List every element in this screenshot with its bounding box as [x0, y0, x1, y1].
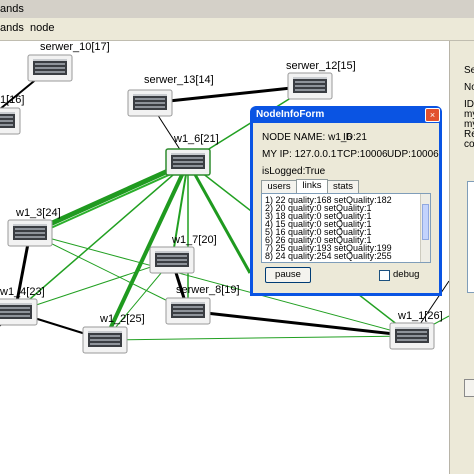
node-label: w1_6[21] [173, 133, 219, 145]
close-button[interactable]: × [425, 108, 440, 122]
node-label: serwer_13[14] [144, 74, 214, 86]
side-text-6: co [464, 139, 474, 150]
side-panel: Se No ID my my Re co [449, 41, 474, 474]
pause-button[interactable]: pause [265, 267, 311, 283]
tab-links[interactable]: links [296, 179, 328, 194]
server-node-w1_1[interactable]: w1_1[26] [389, 310, 443, 350]
tcp-port-label: TCP:10006 [337, 149, 388, 160]
server-node-serwer_10[interactable]: serwer_10[17] [27, 41, 110, 82]
server-rack-icon [171, 302, 205, 318]
window-title: NodeInfoForm [256, 109, 325, 120]
server-rack-icon [0, 112, 15, 128]
server-rack-icon [171, 153, 205, 169]
server-node-w1_7[interactable]: w1_7[20] [149, 234, 217, 274]
window-top-strip: ands [0, 0, 474, 18]
server-rack-icon [88, 331, 122, 347]
scrollbar-thumb[interactable] [422, 204, 429, 240]
server-rack-icon [133, 94, 167, 110]
edge-w1_2-w1_1 [104, 335, 413, 341]
side-list-box[interactable] [467, 181, 474, 293]
node-label: w1_4[23] [0, 286, 45, 298]
node-label: serwer_12[15] [286, 60, 356, 72]
node-id-label: ID:21 [343, 132, 367, 143]
server-rack-icon [395, 327, 429, 343]
node-name-label: NODE NAME: w1_6 [262, 132, 353, 143]
server-node-serwer_13[interactable]: serwer_13[14] [127, 74, 214, 117]
node-label: w1_2[25] [99, 313, 145, 325]
edge-w1_6-w1_3 [28, 159, 190, 236]
server-rack-icon [13, 224, 47, 240]
side-text-1: No [464, 82, 474, 93]
node-label: serwer_8[19] [176, 284, 240, 296]
node-info-window[interactable]: NodeInfoForm × NODE NAME: w1_6 ID:21 MY … [250, 106, 442, 296]
menu-commands[interactable]: ands [0, 22, 24, 34]
edge-serwer_8-w1_1 [187, 309, 413, 338]
menu-node[interactable]: node [30, 22, 54, 34]
toolbar-fragment[interactable]: ands [0, 3, 24, 15]
server-node-w1_2[interactable]: w1_2[25] [82, 313, 145, 354]
node-label: serwer_10[17] [40, 41, 110, 53]
list-item[interactable]: 8) 24 quality:254 setQuality:255 [265, 251, 392, 261]
server-node-left_16[interactable]: 1[16] [0, 94, 24, 135]
server-node-serwer_8[interactable]: serwer_8[19] [165, 284, 240, 325]
is-logged-value: True [305, 166, 326, 177]
node-label: 1[16] [0, 94, 24, 106]
node-label: w1_3[24] [15, 207, 61, 219]
debug-checkbox[interactable] [379, 270, 390, 281]
udp-port-label: UDP:10006 [387, 149, 439, 160]
my-ip-label: MY IP: 127.0.0.1 [262, 149, 337, 160]
server-rack-icon [293, 77, 327, 93]
edge-w1_6-node22 [186, 161, 252, 274]
menu-bar: ands node [0, 18, 474, 41]
server-rack-icon [0, 303, 32, 319]
server-rack-icon [155, 251, 189, 267]
side-text-0: Se [464, 65, 474, 76]
debug-label: debug [393, 269, 420, 280]
node-label: w1_1[26] [397, 310, 443, 322]
is-logged-label: isLogged: [262, 166, 306, 177]
node-label: w1_7[20] [171, 234, 217, 246]
list-scrollbar[interactable] [420, 194, 430, 262]
server-rack-icon [33, 59, 67, 75]
side-button[interactable] [464, 379, 474, 397]
links-list[interactable]: 1) 22 quality:168 setQuality:182 2) 20 q… [261, 193, 431, 263]
server-node-serwer_12[interactable]: serwer_12[15] [286, 60, 356, 100]
tab-users[interactable]: users [261, 180, 297, 193]
window-body: NODE NAME: w1_6 ID:21 MY IP: 127.0.0.1 T… [253, 123, 439, 293]
tab-stats[interactable]: stats [327, 180, 359, 193]
server-node-w1_6[interactable]: w1_6[21] [165, 133, 219, 176]
